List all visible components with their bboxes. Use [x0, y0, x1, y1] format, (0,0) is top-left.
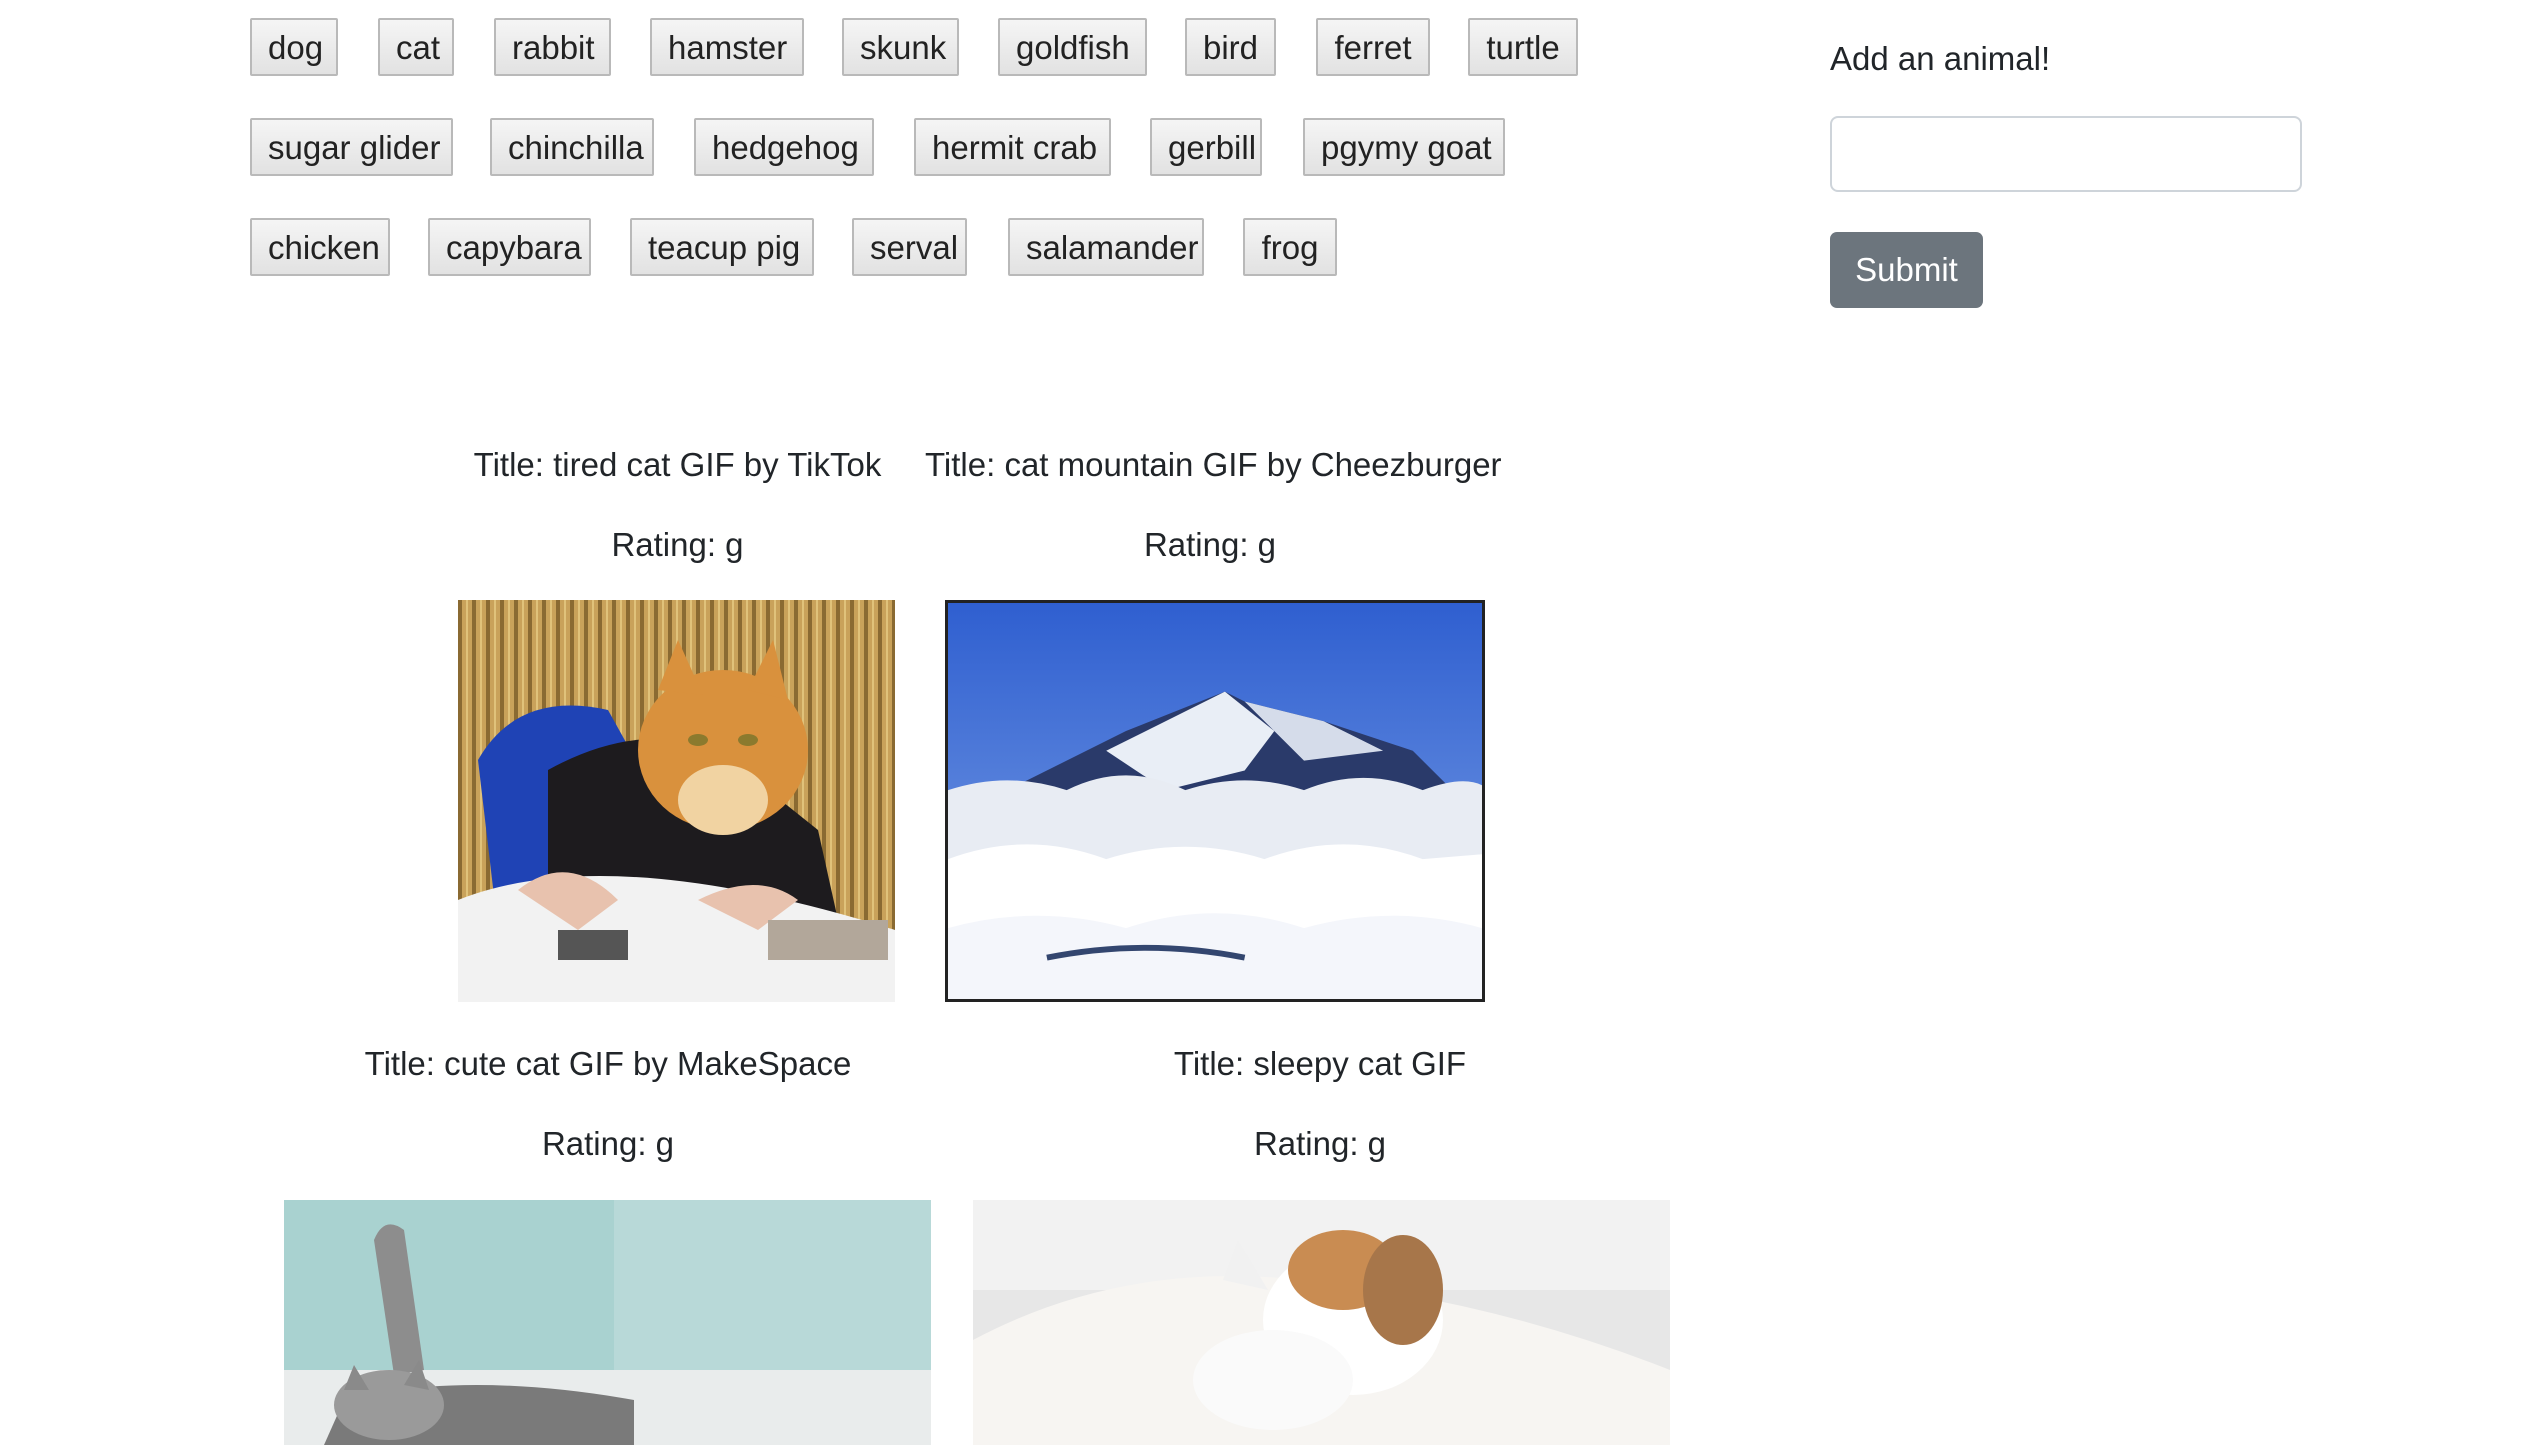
gif-title: Title: cute cat GIF by MakeSpace [364, 1045, 852, 1082]
animal-button-hamster[interactable]: hamster [650, 18, 804, 76]
animal-button-bird[interactable]: bird [1185, 18, 1276, 76]
gif-title: Title: cat mountain GIF by Cheezburger [925, 446, 1502, 483]
animal-button-capybara[interactable]: capybara [428, 218, 591, 276]
animal-button-hedgehog[interactable]: hedgehog [694, 118, 874, 176]
animal-button-pgymy-goat[interactable]: pgymy goat [1303, 118, 1505, 176]
gif-rating: Rating: g [541, 1125, 675, 1162]
gif-rating: Rating: g [611, 526, 744, 563]
animal-button-cat[interactable]: cat [378, 18, 454, 76]
animal-button-skunk[interactable]: skunk [842, 18, 959, 76]
gif-image[interactable] [945, 600, 1485, 1002]
animal-button-sugar-glider[interactable]: sugar glider [250, 118, 453, 176]
animal-button-gerbill[interactable]: gerbill [1150, 118, 1262, 176]
animal-input[interactable] [1830, 116, 2302, 192]
animal-button-turtle[interactable]: turtle [1468, 18, 1578, 76]
gif-title: Title: sleepy cat GIF [1173, 1045, 1467, 1082]
animal-button-row: dog cat rabbit hamster skunk goldfish bi… [250, 18, 1650, 118]
gif-card: Title: cat mountain GIF by Cheezburger R… [925, 440, 1502, 1002]
animal-button-serval[interactable]: serval [852, 218, 967, 276]
animal-button-frog[interactable]: frog [1243, 218, 1337, 276]
animal-button-goldfish[interactable]: goldfish [998, 18, 1147, 76]
animal-button-chinchilla[interactable]: chinchilla [490, 118, 654, 176]
gif-rating: Rating: g [1253, 1125, 1387, 1162]
gif-card: Title: cute cat GIF by MakeSpace Rating:… [284, 1045, 932, 1445]
animal-button-ferret[interactable]: ferret [1316, 18, 1430, 76]
gif-image[interactable] [284, 1200, 931, 1445]
submit-button[interactable]: Submit [1830, 232, 1983, 308]
gif-rating: Rating: g [1143, 526, 1277, 563]
animal-buttons: dog cat rabbit hamster skunk goldfish bi… [250, 18, 1650, 318]
add-animal-label: Add an animal! [1830, 40, 2051, 77]
animal-button-dog[interactable]: dog [250, 18, 338, 76]
gif-title: Title: tired cat GIF by TikTok [473, 446, 882, 483]
animal-button-row: chicken capybara teacup pig serval salam… [250, 218, 1650, 318]
gif-image[interactable] [458, 600, 895, 1002]
animal-button-chicken[interactable]: chicken [250, 218, 390, 276]
gif-card: Title: sleepy cat GIF Rating: g [970, 1045, 1670, 1445]
animal-button-hermit-crab[interactable]: hermit crab [914, 118, 1111, 176]
animal-button-teacup-pig[interactable]: teacup pig [630, 218, 814, 276]
gif-card: Title: tired cat GIF by TikTok Rating: g [455, 440, 900, 1002]
animal-button-rabbit[interactable]: rabbit [494, 18, 611, 76]
add-animal-form: Add an animal! Submit [1830, 40, 2305, 308]
animal-button-row: sugar glider chinchilla hedgehog hermit … [250, 118, 1650, 218]
animal-button-salamander[interactable]: salamander [1008, 218, 1204, 276]
gif-image[interactable] [973, 1200, 1670, 1445]
